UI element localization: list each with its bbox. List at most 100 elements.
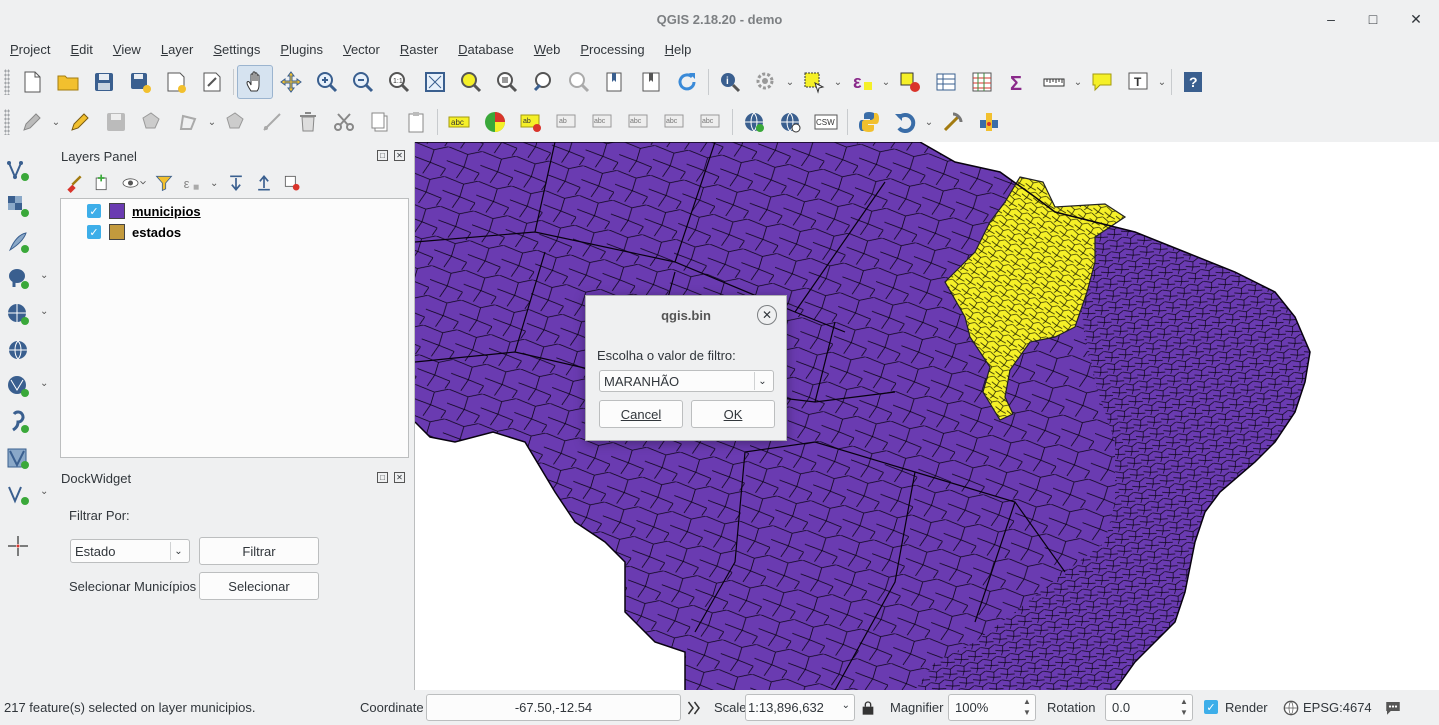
cut-features-button[interactable] xyxy=(326,105,362,139)
current-edits-button[interactable] xyxy=(14,105,50,139)
statistical-summary-button[interactable]: Σ xyxy=(1000,65,1036,99)
add-group-icon[interactable] xyxy=(92,173,112,193)
layer-labeling-button[interactable]: abc xyxy=(441,105,477,139)
add-raster-layer-button[interactable] xyxy=(4,192,32,220)
menu-vector[interactable]: Vector xyxy=(333,40,390,62)
zoom-to-layer-button[interactable] xyxy=(489,65,525,99)
menu-edit[interactable]: Edit xyxy=(60,40,102,62)
menu-database[interactable]: Database xyxy=(448,40,524,62)
add-postgis-layer-button[interactable] xyxy=(4,264,32,292)
menu-layer[interactable]: Layer xyxy=(151,40,204,62)
copy-features-button[interactable] xyxy=(362,105,398,139)
style-brush-icon[interactable] xyxy=(64,173,84,193)
remove-layer-icon[interactable] xyxy=(282,173,302,193)
zoom-next-button[interactable] xyxy=(561,65,597,99)
float-panel-button[interactable]: □ xyxy=(377,472,388,483)
python-console-button[interactable] xyxy=(851,105,887,139)
new-project-button[interactable] xyxy=(14,65,50,99)
magnifier-spinbox[interactable]: 100% ▲ ▼ xyxy=(948,694,1036,721)
layer-item-estados[interactable]: ✓ estados xyxy=(87,222,181,242)
undo-button[interactable] xyxy=(887,105,923,139)
filter-icon[interactable] xyxy=(154,173,174,193)
chevron-down-icon[interactable]: ⌄ xyxy=(40,486,48,497)
chevron-down-icon[interactable]: ⌄ xyxy=(40,306,48,317)
show-bookmarks-button[interactable] xyxy=(633,65,669,99)
chevron-down-icon[interactable]: ⌄ xyxy=(832,65,844,99)
node-tool-button[interactable] xyxy=(170,105,206,139)
filter-expression-icon[interactable]: ε xyxy=(182,173,202,193)
georeferencer-button[interactable] xyxy=(935,105,971,139)
chevron-down-icon[interactable]: ⌄ xyxy=(50,105,62,139)
save-project-button[interactable] xyxy=(86,65,122,99)
help-button[interactable]: ? xyxy=(1175,65,1211,99)
chevron-down-icon[interactable]: ⌄ xyxy=(40,378,48,389)
add-virtual-layer-button[interactable] xyxy=(4,444,32,472)
new-shapefile-button[interactable] xyxy=(4,480,32,508)
extents-toggle-icon[interactable] xyxy=(684,699,702,717)
measure-line-button[interactable] xyxy=(1036,65,1072,99)
chevron-down-icon[interactable]: ⌄ xyxy=(206,105,218,139)
new-print-composer-button[interactable] xyxy=(158,65,194,99)
dialog-close-button[interactable]: ✕ xyxy=(757,305,777,325)
layer-item-municipios[interactable]: ✓ municipios xyxy=(87,201,201,221)
pan-map-button[interactable] xyxy=(237,65,273,99)
diagram-properties-button[interactable] xyxy=(477,105,513,139)
delete-selected-button[interactable] xyxy=(290,105,326,139)
move-feature-button[interactable] xyxy=(218,105,254,139)
paste-features-button[interactable] xyxy=(398,105,434,139)
metasearch-button[interactable] xyxy=(772,105,808,139)
identify-button[interactable]: i xyxy=(712,65,748,99)
add-feature-button[interactable] xyxy=(134,105,170,139)
attribute-table-button[interactable] xyxy=(928,65,964,99)
spin-arrows-icon[interactable]: ▲ ▼ xyxy=(1021,696,1033,718)
add-vector-layer-button[interactable] xyxy=(4,156,32,184)
zoom-out-button[interactable] xyxy=(345,65,381,99)
rotate-label-button[interactable]: abc xyxy=(621,105,657,139)
select-features-button[interactable] xyxy=(796,65,832,99)
layer-visibility-checkbox[interactable]: ✓ xyxy=(87,204,101,218)
zoom-native-button[interactable]: 1:1 xyxy=(381,65,417,99)
coordinate-field[interactable]: -67.50,-12.54 xyxy=(426,694,681,721)
menu-settings[interactable]: Settings xyxy=(203,40,270,62)
add-wfs-layer-button[interactable] xyxy=(4,372,32,400)
filter-field-combo[interactable]: Estado ⌄ xyxy=(70,539,190,563)
minimize-button[interactable]: – xyxy=(1320,8,1342,30)
chevron-down-icon[interactable]: ⌄ xyxy=(40,270,48,281)
menu-help[interactable]: Help xyxy=(655,40,702,62)
select-button[interactable]: Selecionar xyxy=(199,572,319,600)
ok-button[interactable]: OK xyxy=(691,400,775,428)
chevron-down-icon[interactable]: ⌄ xyxy=(923,105,935,139)
expand-all-icon[interactable] xyxy=(226,173,246,193)
eye-icon[interactable] xyxy=(120,173,146,193)
select-by-expression-button[interactable]: ε xyxy=(844,65,880,99)
chevron-down-icon[interactable]: ⌄ xyxy=(1156,65,1168,99)
toggle-editing-button[interactable] xyxy=(62,105,98,139)
chevron-down-icon[interactable]: ⌄ xyxy=(210,178,218,189)
map-canvas[interactable] xyxy=(414,142,1439,690)
menu-raster[interactable]: Raster xyxy=(390,40,448,62)
scale-combo[interactable]: 1:13,896,632 ⌄ xyxy=(745,694,855,721)
add-wcs-layer-button[interactable] xyxy=(4,336,32,364)
menu-view[interactable]: View xyxy=(103,40,151,62)
add-delimited-text-button[interactable] xyxy=(4,408,32,436)
lock-icon[interactable] xyxy=(860,699,876,717)
float-panel-button[interactable]: □ xyxy=(377,150,388,161)
move-label-button[interactable]: abc xyxy=(585,105,621,139)
zoom-last-button[interactable] xyxy=(525,65,561,99)
deselect-all-button[interactable] xyxy=(892,65,928,99)
text-annotation-button[interactable]: T xyxy=(1120,65,1156,99)
chevron-down-icon[interactable]: ⌄ xyxy=(1072,65,1084,99)
collapse-all-icon[interactable] xyxy=(254,173,274,193)
pan-to-selection-button[interactable] xyxy=(273,65,309,99)
open-project-button[interactable] xyxy=(50,65,86,99)
close-panel-button[interactable]: ✕ xyxy=(394,472,405,483)
chevron-down-icon[interactable]: ⌄ xyxy=(880,65,892,99)
map-tips-button[interactable] xyxy=(1084,65,1120,99)
messages-icon[interactable] xyxy=(1384,699,1402,717)
refresh-button[interactable] xyxy=(669,65,705,99)
menu-web[interactable]: Web xyxy=(524,40,571,62)
menu-project[interactable]: Project xyxy=(0,40,60,62)
add-wms-layer-button[interactable] xyxy=(4,300,32,328)
save-as-button[interactable] xyxy=(122,65,158,99)
zoom-in-button[interactable] xyxy=(309,65,345,99)
